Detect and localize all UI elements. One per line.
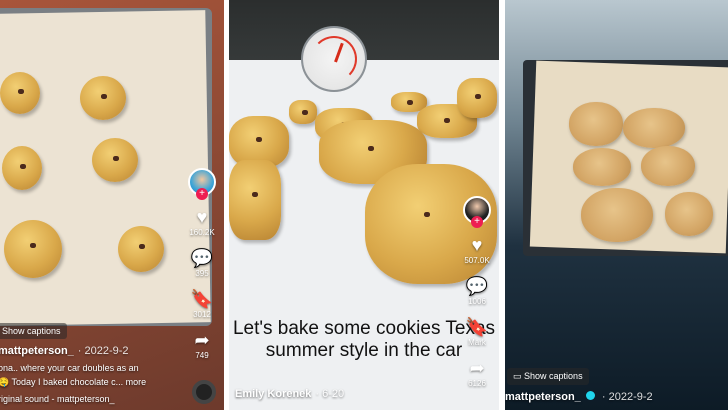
show-captions-button[interactable]: ▭ Show captions [507,368,589,385]
post-date: · 2022-9-2 [601,391,653,403]
verified-badge-icon [585,391,595,400]
username[interactable]: mattpeterson_ · 2022-9-2 [0,345,129,357]
save-count: Mark [468,338,486,347]
baked-cookie [665,192,713,236]
post-date: · 2022-9-2 [77,345,129,357]
comment-count: 395 [195,269,209,278]
save-count: 3012 [193,310,211,319]
cookie-dough [4,220,62,278]
share-icon[interactable]: ➦ [469,359,484,377]
caption-text: ona.. where your car doubles as an [0,363,139,373]
captions-label: Show captions [524,371,583,381]
heart-icon[interactable]: ♥ [197,208,208,226]
video-panel-3[interactable]: ▭ Show captions mattpeterson_ · 2022-9-2 [505,0,728,410]
comment-icon[interactable]: 💬 [191,249,213,267]
cookie-dough [229,160,281,240]
cookie-dough [118,226,164,272]
bookmark-icon[interactable]: 🔖 [466,318,488,336]
captions-icon: ▭ [513,371,522,381]
username-text[interactable]: mattpeterson_ [505,391,581,403]
action-rail: + ♥ 507.0K 💬 1006 🔖 Mark ➦ 6126 [463,196,491,388]
creator-avatar[interactable]: + [188,168,216,200]
cookie-dough [92,138,138,182]
baked-cookie [581,188,653,242]
comment-count: 1006 [468,297,486,306]
heart-icon[interactable]: ♥ [472,236,483,254]
show-captions-button[interactable]: Show captions [0,323,67,339]
follow-plus-icon[interactable]: + [471,216,483,228]
bookmark-icon[interactable]: 🔖 [191,290,213,308]
share-count: 749 [195,351,209,360]
caption-text[interactable]: 🤤 Today I baked chocolate c... more [0,377,146,388]
username-text[interactable]: Emily Korenek [235,388,311,400]
like-count: 160.2K [189,228,215,237]
sound-text[interactable]: riginal sound - mattpeterson_ [0,394,115,404]
overlay-text: Let's bake some cookies Texas summer sty… [232,318,496,361]
cookie-dough [0,72,40,114]
sound-disc-icon[interactable] [192,380,216,404]
action-rail: + ♥ 160.2K 💬 395 🔖 3012 ➦ 749 [188,168,216,360]
like-count: 507.0K [464,256,490,265]
oven-thermometer [301,26,367,92]
username-text[interactable]: mattpeterson_ [0,345,74,357]
baked-cookie [623,108,685,148]
post-date: · 6-20 [315,388,345,400]
cookie-dough [2,146,42,190]
cookie-dough [289,100,317,124]
video-panel-1[interactable]: + ♥ 160.2K 💬 395 🔖 3012 ➦ 749 Show capti… [0,0,224,410]
video-panel-2[interactable]: Let's bake some cookies Texas summer sty… [229,0,499,410]
share-count: 6126 [468,379,486,388]
share-icon[interactable]: ➦ [194,331,209,349]
username[interactable]: Emily Korenek · 6-20 [235,388,344,400]
baked-cookie [569,102,623,146]
cookie-dough [80,76,126,120]
follow-plus-icon[interactable]: + [196,188,208,200]
comment-icon[interactable]: 💬 [466,277,488,295]
baked-cookie [573,148,631,186]
username[interactable]: mattpeterson_ · 2022-9-2 [505,391,653,403]
cookie-dough [457,78,497,118]
baked-cookie [641,146,695,186]
creator-avatar[interactable]: + [463,196,491,228]
